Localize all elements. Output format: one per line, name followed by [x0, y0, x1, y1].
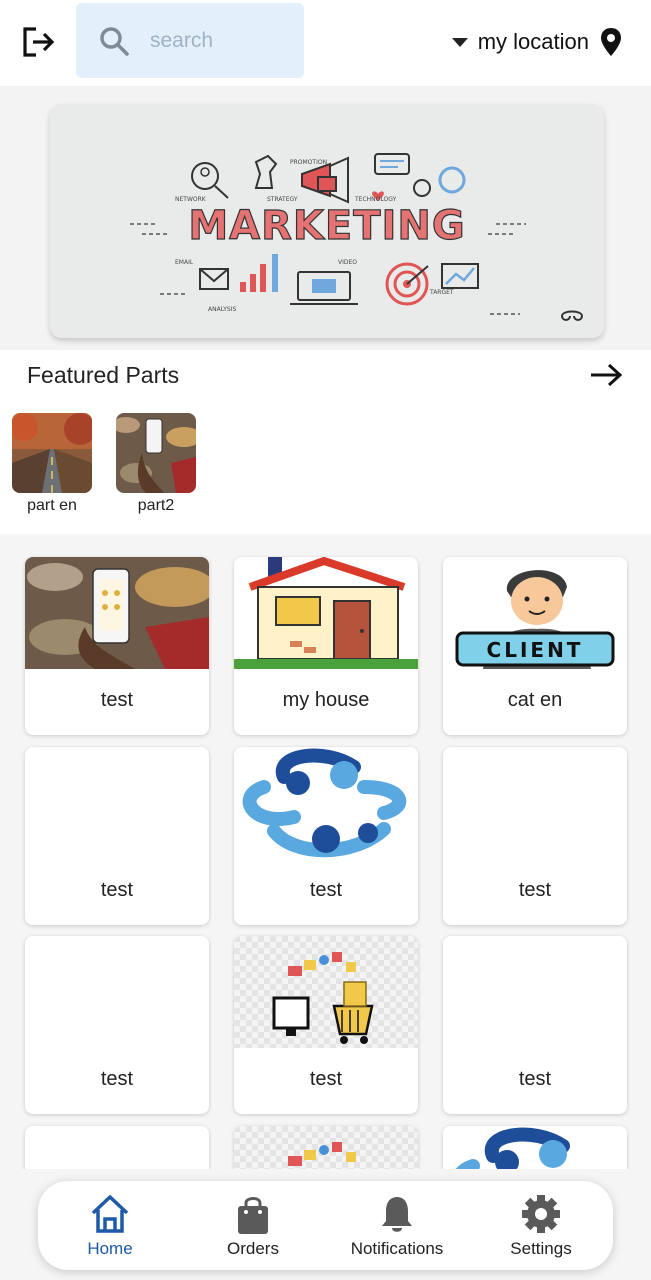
banner-label-video: VIDEO: [338, 259, 357, 266]
dropdown-caret-icon: [451, 37, 468, 47]
search-icon: [100, 27, 129, 56]
category-image: CLIENT: [443, 557, 627, 669]
banner-label-email: EMAIL: [175, 259, 194, 266]
category-label: test: [518, 1068, 552, 1090]
banner-heading: MARKETING: [188, 203, 465, 249]
category-image: [443, 1126, 627, 1169]
nav-item-home[interactable]: Home: [40, 1193, 180, 1263]
category-card[interactable]: test: [25, 747, 209, 925]
bell-icon: [382, 1197, 412, 1232]
logout-button[interactable]: [18, 22, 58, 62]
featured-part-item[interactable]: part2: [116, 413, 196, 515]
category-label: test: [100, 1068, 134, 1090]
category-card[interactable]: test: [234, 936, 418, 1114]
nav-item-orders[interactable]: Orders: [183, 1193, 323, 1263]
category-grid: test my house CLIENT cat en test test te…: [0, 537, 651, 1169]
category-label: test: [100, 879, 134, 901]
banner-label-network: NETWORK: [175, 196, 207, 203]
category-card[interactable]: [443, 1126, 627, 1169]
location-pin-icon: [601, 28, 621, 56]
home-icon: [91, 1195, 129, 1233]
banner-label-target: TARGET: [429, 289, 454, 296]
banner-label-promotion: PROMOTION: [290, 159, 327, 166]
location-label: my location: [477, 29, 589, 54]
nav-label-notifications: Notifications: [350, 1239, 444, 1258]
part-label: part en: [27, 497, 77, 514]
category-image: [234, 747, 418, 859]
category-card[interactable]: [25, 1126, 209, 1169]
bottom-nav-bar: Home Orders Notifications Settings: [38, 1181, 613, 1270]
logout-icon: [23, 27, 55, 57]
nav-item-settings[interactable]: Settings: [471, 1193, 611, 1263]
featured-part-item[interactable]: part en: [12, 413, 92, 515]
banner-label-analysis: ANALYSIS: [208, 306, 236, 313]
category-label: test: [518, 879, 552, 901]
nav-label-settings: Settings: [510, 1239, 572, 1258]
search-input[interactable]: [150, 23, 290, 59]
part-thumbnail: [12, 413, 92, 493]
banner-section: PROMOTION NETWORK STRATEGY TECHNOLOGY MA…: [0, 86, 651, 350]
category-image: [234, 936, 418, 1048]
nav-label-orders: Orders: [227, 1239, 279, 1258]
arrow-right-icon: [591, 363, 623, 387]
search-box[interactable]: [76, 3, 304, 78]
client-badge-text: CLIENT: [487, 638, 584, 662]
category-image: [25, 557, 209, 669]
category-image: [234, 1126, 418, 1169]
category-card[interactable]: test: [443, 936, 627, 1114]
gear-icon: [522, 1195, 560, 1233]
category-label: test: [309, 1068, 343, 1090]
shopping-bag-icon: [238, 1197, 268, 1234]
category-card[interactable]: my house: [234, 557, 418, 735]
featured-parts-section: Featured Parts part en part2: [0, 350, 651, 534]
marketing-banner[interactable]: PROMOTION NETWORK STRATEGY TECHNOLOGY MA…: [50, 104, 604, 338]
category-label: my house: [282, 689, 370, 711]
banner-label-strategy: STRATEGY: [267, 196, 298, 203]
nav-label-home: Home: [87, 1239, 133, 1258]
banner-label-technology: TECHNOLOGY: [354, 196, 397, 203]
category-card[interactable]: test: [443, 747, 627, 925]
category-label: cat en: [507, 689, 563, 711]
nav-item-notifications[interactable]: Notifications: [327, 1193, 467, 1263]
featured-parts-title: Featured Parts: [27, 362, 180, 388]
category-card[interactable]: test: [25, 936, 209, 1114]
category-card[interactable]: test: [234, 747, 418, 925]
featured-parts-see-all-button[interactable]: [589, 360, 623, 390]
category-label: test: [100, 689, 134, 711]
category-card[interactable]: CLIENT cat en: [443, 557, 627, 735]
category-label: test: [309, 879, 343, 901]
location-selector[interactable]: my location: [451, 24, 623, 60]
marketing-illustration: PROMOTION NETWORK STRATEGY TECHNOLOGY MA…: [50, 104, 604, 338]
category-card[interactable]: [234, 1126, 418, 1169]
part-thumbnail: [116, 413, 196, 493]
category-image: [234, 557, 418, 669]
category-card[interactable]: test: [25, 557, 209, 735]
top-bar: my location: [0, 0, 651, 86]
part-label: part2: [137, 497, 175, 514]
